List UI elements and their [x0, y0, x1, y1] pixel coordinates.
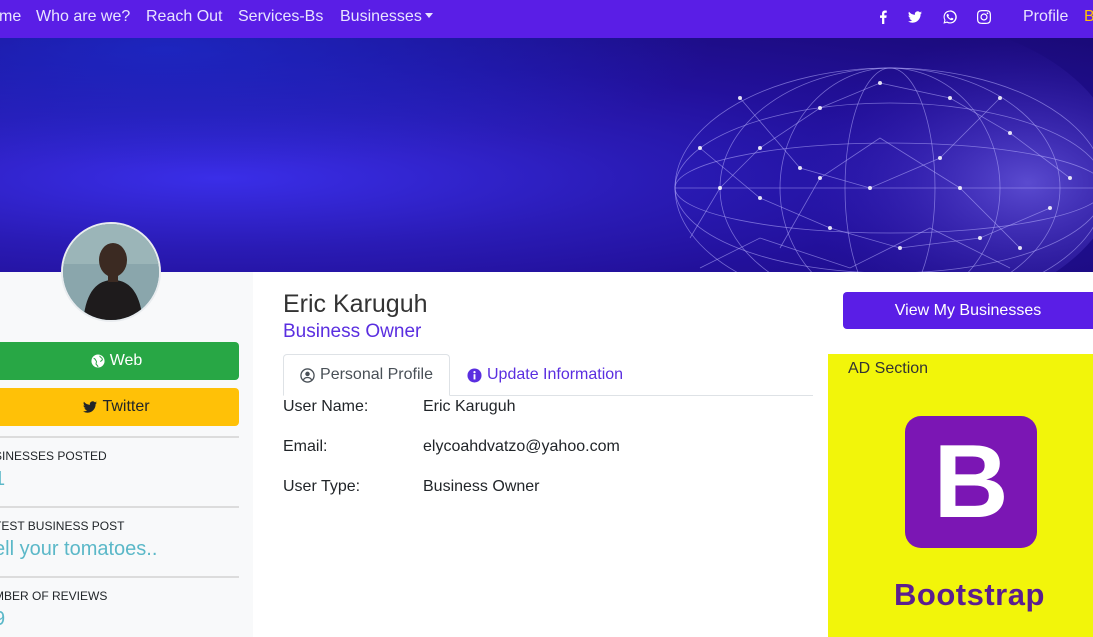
nav-home-link[interactable]: me: [0, 8, 21, 26]
profile-name: Eric Karuguh: [283, 290, 428, 318]
field-user-type-label: User Type:: [283, 478, 361, 495]
info-circle-icon: [467, 367, 482, 383]
tab-personal-profile-label: Personal Profile: [320, 366, 433, 383]
globe-icon: [91, 354, 105, 368]
field-username-value: Eric Karuguh: [423, 398, 516, 415]
field-username-label: User Name:: [283, 398, 369, 415]
ad-section: AD Section B Bootstrap: [828, 354, 1093, 637]
stat-reviews-value: 9: [0, 608, 5, 631]
field-email-label: Email:: [283, 438, 328, 455]
divider: [0, 576, 239, 578]
profile-tabs: Personal Profile Update Information: [283, 354, 813, 396]
avatar: [61, 222, 161, 322]
divider: [0, 436, 239, 438]
stat-reviews-label: MBER OF REVIEWS: [0, 589, 108, 603]
twitter-icon[interactable]: [907, 9, 923, 25]
stat-businesses-posted-value: 1: [0, 468, 5, 491]
profile-cover-banner: [0, 38, 1093, 272]
instagram-icon[interactable]: [976, 9, 992, 25]
web-button-label: Web: [109, 352, 143, 369]
nav-cut-item[interactable]: B: [1084, 8, 1093, 26]
network-globe-graphic: [0, 38, 1093, 272]
nav-businesses-dropdown[interactable]: Businesses: [340, 8, 433, 26]
nav-who-are-we-link[interactable]: Who are we?: [36, 8, 130, 26]
ad-section-title: AD Section: [848, 360, 929, 377]
tab-update-information[interactable]: Update Information: [467, 354, 623, 396]
web-button[interactable]: Web: [0, 342, 239, 380]
stat-latest-post-value[interactable]: ell your tomatoes..: [0, 538, 157, 561]
top-navbar: me Who are we? Reach Out Services-Bs Bus…: [0, 0, 1093, 38]
nav-services-link[interactable]: Services-Bs: [238, 8, 323, 26]
field-email-value: elycoahdvatzo@yahoo.com: [423, 438, 620, 455]
user-circle-icon: [300, 367, 315, 383]
twitter-button-label: Twitter: [102, 398, 150, 415]
facebook-icon[interactable]: [875, 9, 891, 25]
bootstrap-wordmark: Bootstrap: [894, 577, 1045, 612]
tab-update-information-label: Update Information: [487, 366, 624, 383]
field-user-type-value: Business Owner: [423, 478, 540, 495]
whatsapp-icon[interactable]: [942, 9, 958, 25]
nav-reach-out-link[interactable]: Reach Out: [146, 8, 222, 26]
profile-role: Business Owner: [283, 321, 422, 342]
tab-personal-profile[interactable]: Personal Profile: [283, 354, 450, 396]
bootstrap-logo-icon[interactable]: B: [905, 416, 1037, 548]
stat-businesses-posted-label: SINESSES POSTED: [0, 449, 107, 463]
bootstrap-logo-letter: B: [933, 424, 1009, 540]
twitter-icon: [83, 401, 98, 413]
divider: [0, 506, 239, 508]
nav-profile-link[interactable]: Profile: [1023, 8, 1068, 26]
view-my-businesses-button[interactable]: View My Businesses: [843, 292, 1093, 329]
twitter-button[interactable]: Twitter: [0, 388, 239, 426]
stat-latest-post-label: TEST BUSINESS POST: [0, 519, 125, 533]
